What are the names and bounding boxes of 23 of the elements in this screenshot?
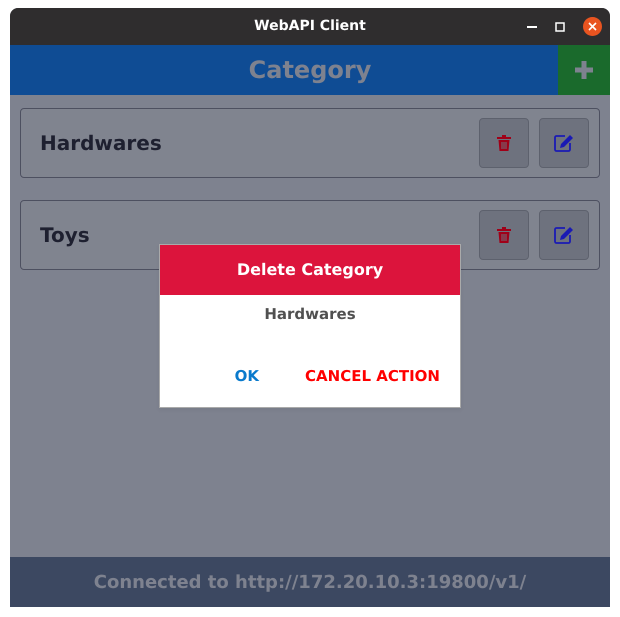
- edit-button[interactable]: [539, 118, 589, 168]
- add-button[interactable]: [558, 45, 610, 95]
- page-title: Category: [248, 55, 372, 86]
- edit-button[interactable]: [539, 210, 589, 260]
- connection-status: Connected to http://172.20.10.3:19800/v1/: [10, 557, 610, 607]
- plus-icon: [574, 60, 594, 80]
- ok-button[interactable]: OK: [228, 363, 266, 390]
- edit-icon: [554, 226, 574, 244]
- edit-icon: [554, 134, 574, 152]
- window-title: WebAPI Client: [254, 17, 366, 36]
- dialog-message: Hardwares: [264, 305, 356, 323]
- trash-icon: [497, 227, 511, 243]
- maximize-icon[interactable]: [555, 22, 565, 32]
- category-name: Toys: [40, 222, 91, 249]
- trash-icon: [497, 135, 511, 151]
- delete-button[interactable]: [479, 118, 529, 168]
- delete-button[interactable]: [479, 210, 529, 260]
- category-card[interactable]: Hardwares: [20, 108, 600, 178]
- minimize-icon[interactable]: [527, 26, 537, 28]
- cancel-button[interactable]: CANCEL ACTION: [299, 363, 446, 390]
- dialog-title: Delete Category: [160, 245, 460, 295]
- category-name: Hardwares: [40, 130, 163, 157]
- close-icon[interactable]: [583, 17, 602, 36]
